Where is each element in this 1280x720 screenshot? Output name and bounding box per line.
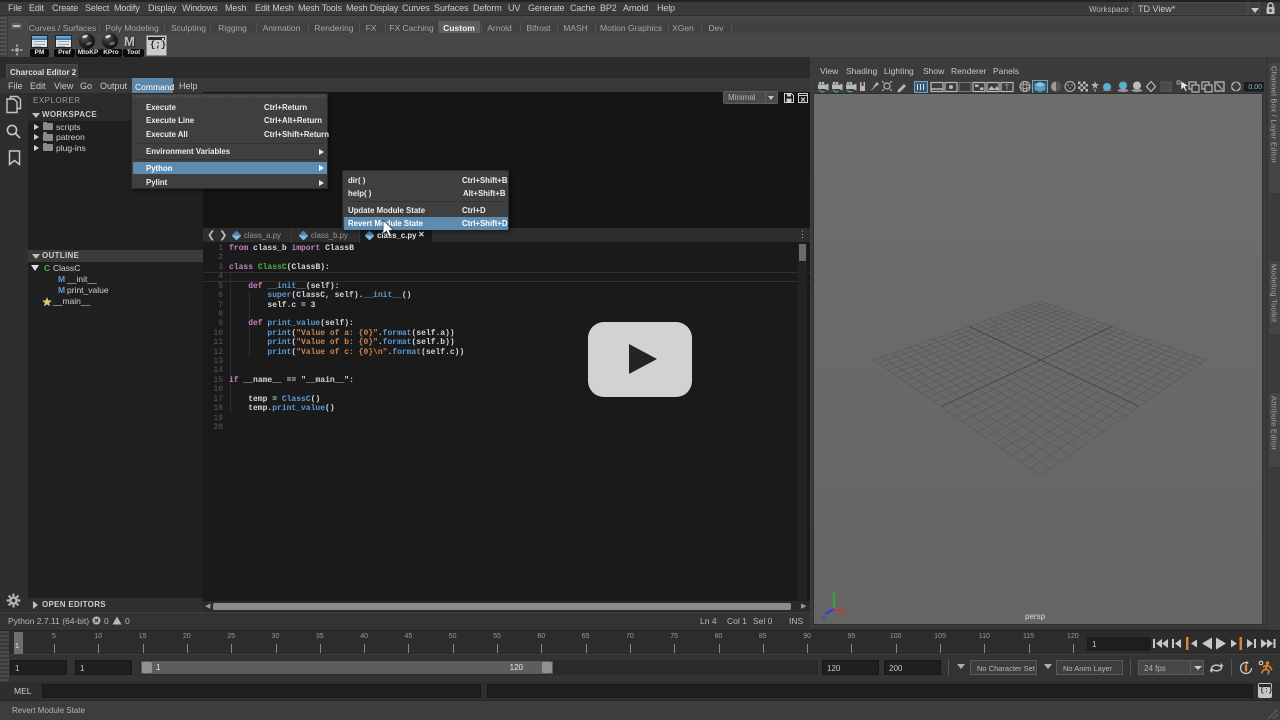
svg-text:0.00: 0.00: [1248, 84, 1262, 91]
svg-text:z: z: [822, 615, 826, 621]
svg-text:T: T: [1005, 85, 1010, 92]
svg-text:y: y: [832, 592, 836, 599]
svg-text:x: x: [845, 610, 849, 617]
